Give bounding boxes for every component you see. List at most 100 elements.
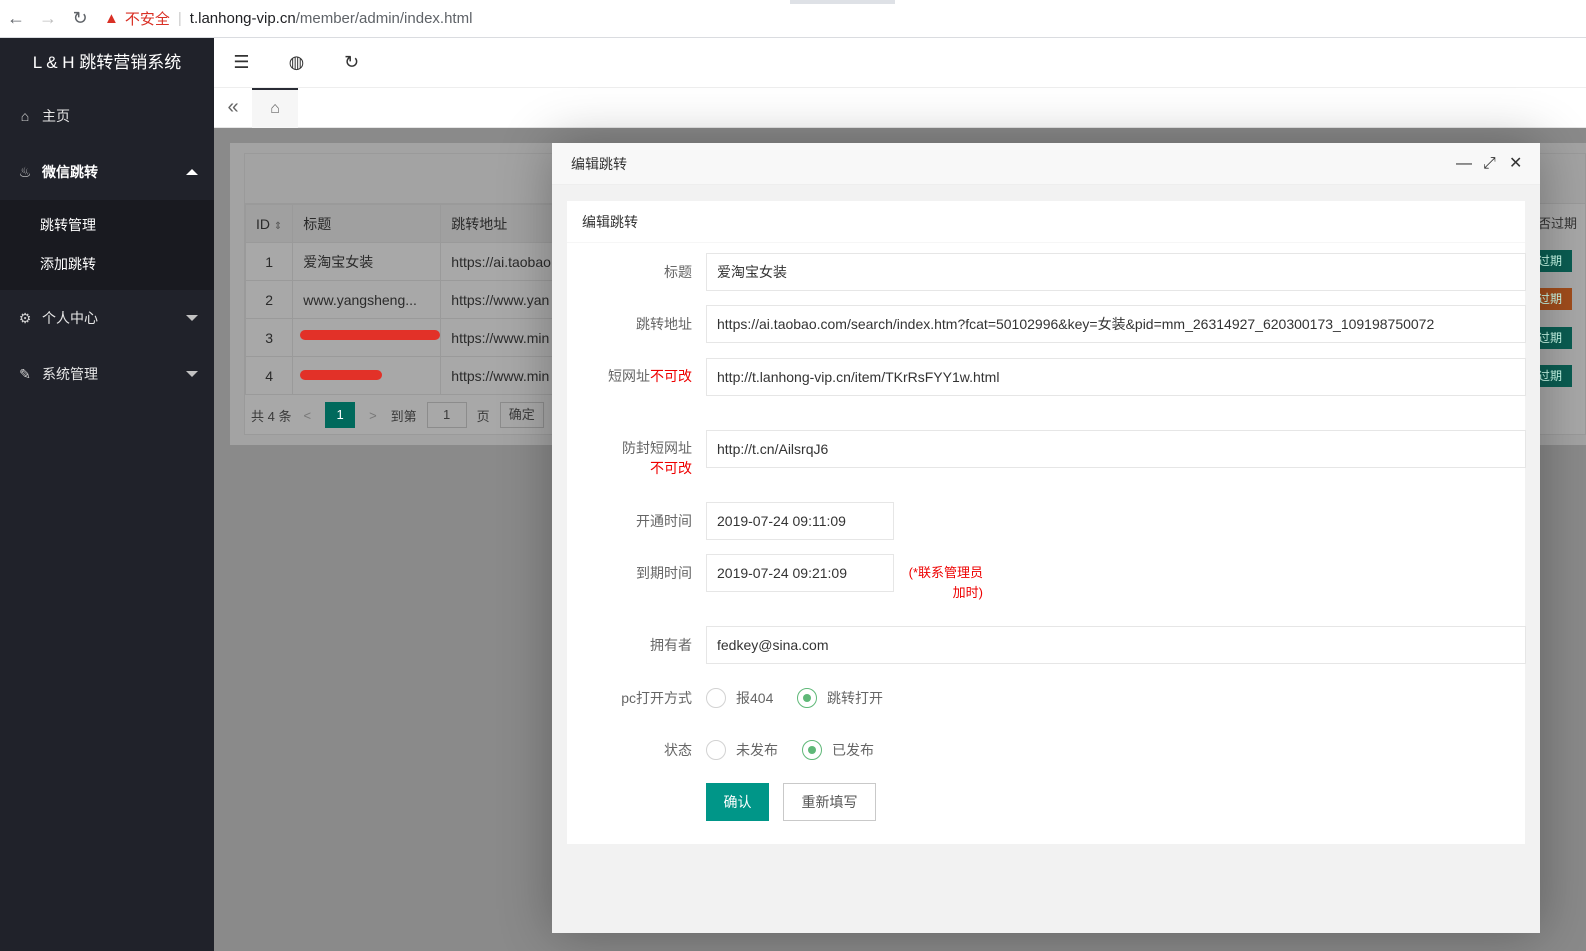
sidebar-subitem-add-redirect[interactable]: 添加跳转 xyxy=(0,245,214,284)
url-input[interactable]: https://ai.taobao.com/search/index.htm?f… xyxy=(706,305,1526,343)
column-header-id[interactable]: ID ⇕ xyxy=(244,204,294,243)
open-time-label: 开通时间 xyxy=(636,513,692,529)
expire-note: (*联系管理员加时) xyxy=(908,565,983,600)
owner-input[interactable]: fedkey@sina.com xyxy=(706,626,1526,664)
table-row[interactable]: 4 https://www.min xyxy=(244,356,572,395)
table-row[interactable]: 1 爱淘宝女装 https://ai.taobao xyxy=(244,242,572,281)
next-page-icon[interactable]: > xyxy=(369,408,377,423)
pager-total: 共 4 条 xyxy=(251,408,292,424)
radio-checked-icon xyxy=(802,740,822,760)
sidebar-subnav: 跳转管理 添加跳转 xyxy=(0,200,214,290)
cell-id: 2 xyxy=(244,280,294,319)
reset-button[interactable]: 重新填写 xyxy=(783,783,876,821)
pager-current-page[interactable]: 1 xyxy=(325,402,356,428)
radio-label: 跳转打开 xyxy=(827,690,883,706)
redaction-mark xyxy=(300,370,382,380)
prev-page-icon[interactable]: < xyxy=(303,408,311,423)
close-icon[interactable]: ✕ xyxy=(1509,143,1522,185)
home-icon: ⌂ xyxy=(20,108,30,124)
anti-block-url-label: 防封短网址不可改 xyxy=(582,438,692,478)
short-url-immutable-note: 不可改 xyxy=(650,368,692,384)
page-tabs-bar: « ⌂ xyxy=(214,87,1586,128)
pc-open-mode-label: pc打开方式 xyxy=(621,690,692,706)
double-chevron-left-icon[interactable]: « xyxy=(214,96,252,119)
url-host: t.lanhong-vip.cn xyxy=(189,10,296,27)
anti-block-url-label-text: 防封短网址 xyxy=(622,440,692,456)
dialog-title: 编辑跳转 xyxy=(571,156,627,172)
sort-icon[interactable]: ⇕ xyxy=(274,221,282,232)
title-input[interactable]: 爱淘宝女装 xyxy=(706,253,1526,291)
dialog-titlebar[interactable]: 编辑跳转 — ⤢ ✕ xyxy=(552,143,1540,185)
title-label: 标题 xyxy=(664,264,692,280)
refresh-icon[interactable]: ↻ xyxy=(324,52,379,73)
gear-icon: ⚙ xyxy=(18,309,32,326)
address-bar[interactable]: ▲ 不安全 | t.lanhong-vip.cn/member/admin/in… xyxy=(104,8,472,29)
pager-goto-label: 到第 xyxy=(390,408,417,424)
url-label: 跳转地址 xyxy=(636,316,692,332)
radio-circle-icon xyxy=(706,740,726,760)
cell-id: 1 xyxy=(244,242,294,281)
expire-time-input[interactable]: 2019-07-24 09:21:09 xyxy=(706,554,894,592)
sidebar: L & H 跳转营销系统 ⌂ 主页 ♨ 微信跳转 跳转管理 添加跳转 ⚙ 个人中… xyxy=(0,38,214,951)
wrench-icon: ✎ xyxy=(19,365,31,382)
fire-icon: ♨ xyxy=(18,163,32,180)
radio-label: 未发布 xyxy=(736,742,778,758)
expire-time-label: 到期时间 xyxy=(636,565,692,581)
cell-id: 3 xyxy=(244,318,294,357)
status-label: 状态 xyxy=(664,742,692,758)
pager-page-label: 页 xyxy=(476,408,490,424)
chevron-down-icon xyxy=(186,315,198,321)
menu-toggle-icon[interactable]: ☰ xyxy=(214,52,269,73)
redaction-mark xyxy=(300,330,440,340)
sidebar-item-label: 个人中心 xyxy=(42,310,98,326)
open-time-input[interactable]: 2019-07-24 09:11:09 xyxy=(706,502,894,540)
minimize-icon[interactable]: — xyxy=(1456,143,1472,185)
url-path: /member/admin/index.html xyxy=(295,10,473,27)
cell-id: 4 xyxy=(244,356,294,395)
warning-icon: ▲ xyxy=(104,10,119,27)
radio-circle-icon xyxy=(706,688,726,708)
column-header-expired: 否过期 xyxy=(1538,216,1578,231)
sidebar-item-label: 微信跳转 xyxy=(42,164,98,180)
forward-icon[interactable]: → xyxy=(32,8,64,29)
cell-title: www.yangsheng... xyxy=(292,280,442,319)
cell-title: 爱淘宝女装 xyxy=(292,242,442,281)
confirm-button[interactable]: 确认 xyxy=(706,783,769,821)
tab-home[interactable]: ⌂ xyxy=(252,87,298,128)
sidebar-item-wechat-redirect[interactable]: ♨ 微信跳转 xyxy=(0,144,214,200)
radio-label: 报404 xyxy=(736,690,774,706)
back-icon[interactable]: ← xyxy=(0,8,32,29)
edit-redirect-dialog: 编辑跳转 — ⤢ ✕ 编辑跳转 标题 爱淘宝女装 跳转地址 https://ai… xyxy=(552,143,1540,933)
column-header-title: 标题 xyxy=(292,204,442,243)
pager-confirm-button[interactable]: 确定 xyxy=(499,402,544,428)
status-radio-published[interactable]: 已发布 xyxy=(802,740,874,760)
short-url-label: 短网址不可改 xyxy=(582,366,692,386)
pager-goto-input[interactable]: 1 xyxy=(426,402,467,428)
short-url-input[interactable]: http://t.lanhong-vip.cn/item/TKrRsFYY1w.… xyxy=(706,358,1526,396)
anti-block-url-input[interactable]: http://t.cn/AilsrqJ6 xyxy=(706,430,1526,468)
sidebar-item-label: 主页 xyxy=(42,108,70,124)
reload-icon[interactable]: ↻ xyxy=(64,8,96,29)
table-row[interactable]: 2 www.yangsheng... https://www.yan xyxy=(244,280,572,319)
globe-icon[interactable]: ◍ xyxy=(269,52,324,73)
sidebar-subitem-redirect-manage[interactable]: 跳转管理 xyxy=(0,206,214,245)
column-header-label: ID xyxy=(256,215,270,232)
top-header: ☰ ◍ ↻ xyxy=(214,38,1586,88)
tab-strip xyxy=(790,0,895,4)
sidebar-item-system-manage[interactable]: ✎ 系统管理 xyxy=(0,346,214,402)
insecure-label[interactable]: 不安全 xyxy=(125,8,170,29)
app-logo: L & H 跳转营销系统 xyxy=(0,38,214,88)
chevron-up-icon xyxy=(186,169,198,175)
table-header-row: ID ⇕ 标题 跳转地址 xyxy=(244,204,572,243)
sidebar-item-label: 系统管理 xyxy=(42,366,98,382)
dialog-body: 编辑跳转 标题 爱淘宝女装 跳转地址 https://ai.taobao.com… xyxy=(552,185,1540,933)
short-url-label-text: 短网址 xyxy=(608,368,650,384)
pc-mode-radio-404[interactable]: 报404 xyxy=(706,688,773,708)
pc-mode-radio-redirect[interactable]: 跳转打开 xyxy=(797,688,883,708)
sidebar-item-home[interactable]: ⌂ 主页 xyxy=(0,88,214,144)
status-radio-unpublished[interactable]: 未发布 xyxy=(706,740,778,760)
maximize-icon[interactable]: ⤢ xyxy=(1483,143,1496,185)
browser-toolbar: ← → ↻ ▲ 不安全 | t.lanhong-vip.cn/member/ad… xyxy=(0,0,1586,38)
sidebar-item-personal-center[interactable]: ⚙ 个人中心 xyxy=(0,290,214,346)
anti-block-url-immutable-note: 不可改 xyxy=(650,460,692,476)
